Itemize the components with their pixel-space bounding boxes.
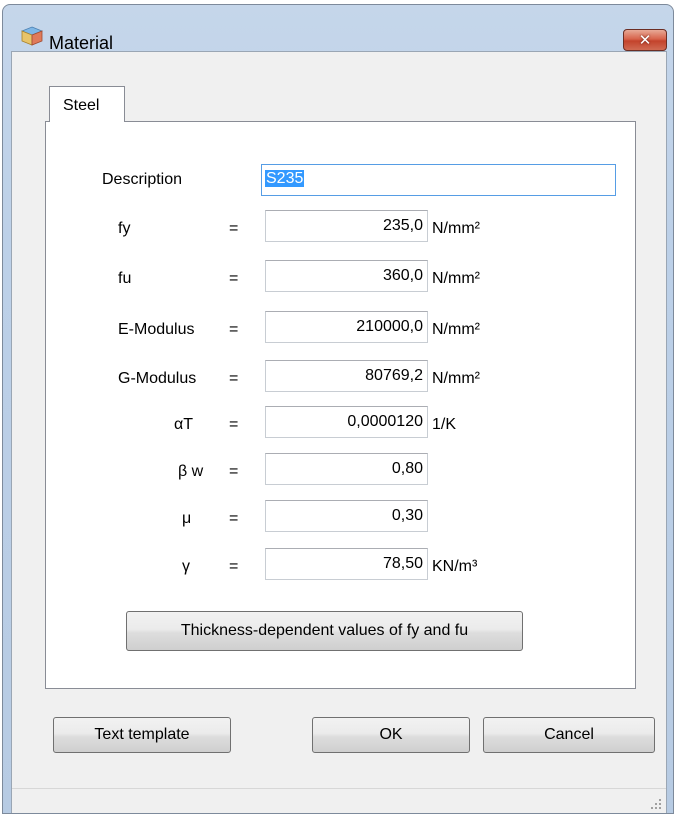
text-template-button[interactable]: Text template <box>53 717 231 753</box>
description-value: S235 <box>265 170 305 187</box>
equals-sign: = <box>229 510 239 527</box>
e-modulus-input[interactable]: 210000,0 <box>265 311 428 343</box>
steel-tab-panel: Description S235 fy = 235,0 N/mm² fu = 3… <box>45 121 636 689</box>
title-bar[interactable]: Material ✕ <box>3 5 673 53</box>
equals-sign: = <box>229 370 239 387</box>
mu-input[interactable]: 0,30 <box>265 500 428 532</box>
material-dialog: Material ✕ Steel Description S235 fy = 2… <box>2 4 674 814</box>
fy-unit: N/mm² <box>432 220 480 237</box>
gamma-input[interactable]: 78,50 <box>265 548 428 580</box>
fu-input[interactable]: 360,0 <box>265 260 428 292</box>
tab-steel[interactable]: Steel <box>49 86 125 122</box>
beta-w-label: β w <box>178 463 204 480</box>
equals-sign: = <box>229 321 239 338</box>
fy-input[interactable]: 235,0 <box>265 210 428 242</box>
e-modulus-unit: N/mm² <box>432 321 480 338</box>
equals-sign: = <box>229 220 239 237</box>
thickness-dependent-values-button[interactable]: Thickness-dependent values of fy and fu <box>126 611 523 651</box>
g-modulus-label: G-Modulus <box>118 370 197 387</box>
g-modulus-unit: N/mm² <box>432 370 480 387</box>
description-label: Description <box>102 171 183 188</box>
fu-label: fu <box>118 270 132 287</box>
close-button[interactable]: ✕ <box>623 29 667 51</box>
fy-label: fy <box>118 220 131 237</box>
fu-unit: N/mm² <box>432 270 480 287</box>
description-input[interactable]: S235 <box>261 164 616 196</box>
gamma-unit: KN/m³ <box>432 558 478 575</box>
beta-w-input[interactable]: 0,80 <box>265 453 428 485</box>
equals-sign: = <box>229 416 239 433</box>
close-icon: ✕ <box>638 32 652 49</box>
alpha-t-input[interactable]: 0,0000120 <box>265 406 428 438</box>
cancel-button[interactable]: Cancel <box>483 717 655 753</box>
ok-button[interactable]: OK <box>312 717 470 753</box>
mu-label: μ <box>182 510 192 527</box>
resize-grip-icon[interactable] <box>650 798 662 810</box>
alpha-t-label: αT <box>174 416 194 433</box>
dialog-client-area: Steel Description S235 fy = 235,0 N/mm² … <box>11 51 667 813</box>
equals-sign: = <box>229 463 239 480</box>
status-bar <box>12 788 666 813</box>
gamma-label: γ <box>182 558 190 575</box>
alpha-t-unit: 1/K <box>432 416 457 433</box>
equals-sign: = <box>229 558 239 575</box>
g-modulus-input[interactable]: 80769,2 <box>265 360 428 392</box>
equals-sign: = <box>229 270 239 287</box>
material-cube-icon <box>21 26 43 46</box>
e-modulus-label: E-Modulus <box>118 321 195 338</box>
